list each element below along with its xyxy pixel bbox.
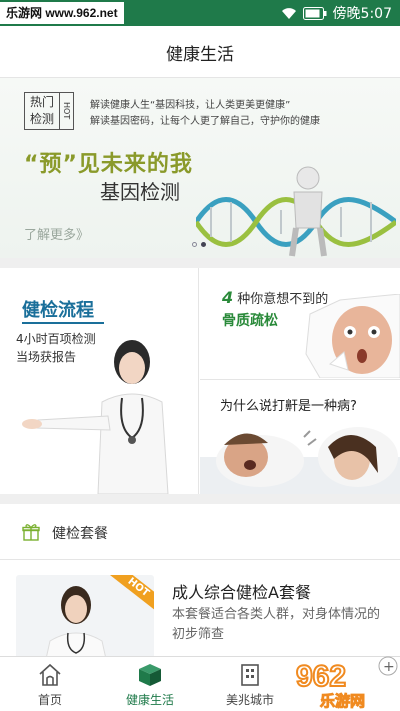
page-title: 健康生活 (166, 45, 234, 65)
doctor-illustration (22, 340, 169, 494)
section-divider (0, 258, 400, 268)
package-section-title: 健检套餐 (52, 526, 108, 542)
wifi-icon (281, 6, 297, 20)
nav-health-life[interactable]: 健康生活 (100, 657, 200, 711)
site-logo-watermark: 962 乐游网 + (295, 656, 398, 711)
osteoporosis-num: 4 (222, 288, 234, 307)
banner-subtitle: 基因检测 (100, 180, 180, 204)
banner-slogan: “预”见未来的我 (24, 152, 193, 177)
package-name: 成人综合健检A套餐 (172, 583, 311, 602)
snoring-card[interactable]: 为什么说打鼾是一种病? (200, 381, 400, 494)
stamp-hot: HOT (59, 93, 73, 129)
title-underline (22, 322, 104, 324)
package-description: 本套餐适合各类人群，对身体情况的初步筛查 (172, 607, 381, 642)
banner-line-1: 解读健康人生“基因科技，让人类更美更健康” (90, 100, 291, 111)
osteoporosis-card[interactable]: 4 种你意想不到的 骨质疏松 (200, 268, 400, 380)
status-icons: 傍晚5:07 (281, 0, 392, 26)
home-icon (39, 663, 61, 686)
nav-home-label: 首页 (37, 693, 62, 707)
checkup-process-card[interactable]: 健检流程 4小时百项检测 当场获报告 (0, 268, 199, 494)
learn-more-link[interactable]: 了解更多》 (24, 224, 89, 243)
dna-figure-illustration (196, 166, 396, 257)
gift-icon (22, 524, 40, 541)
package-image: HOT (16, 575, 154, 657)
snoring-couple-illustration (200, 427, 400, 494)
feature-grid: 健检流程 4小时百项检测 当场获报告 4 种你意想不到的 骨质疏松 为什么说打鼾… (0, 268, 400, 494)
section-divider (0, 494, 400, 504)
checkup-process-title: 健检流程 (22, 300, 94, 321)
cube-icon (139, 664, 161, 686)
package-card[interactable]: HOT 成人综合健检A套餐 本套餐适合各类人群，对身体情况的初步筛查 (0, 561, 400, 657)
carousel-dots[interactable] (192, 242, 206, 247)
svg-text:+: + (383, 659, 395, 675)
hot-test-stamp: 热门检测 HOT (24, 92, 74, 130)
carousel-dot[interactable] (192, 242, 197, 247)
battery-icon (302, 6, 327, 20)
logo-sub-text: 乐游网 (320, 692, 365, 710)
building-icon (241, 664, 259, 686)
site-watermark: 乐游网 www.962.net (0, 2, 124, 24)
stamp-text: 热门检测 (29, 95, 54, 126)
osteoporosis-subtitle: 骨质疏松 (222, 313, 278, 329)
snoring-title: 为什么说打鼾是一种病? (220, 399, 357, 414)
app-header: 健康生活 (0, 26, 400, 78)
status-time: 傍晚5:07 (332, 6, 392, 22)
nav-health-life-label: 健康生活 (125, 693, 174, 707)
logo-brand-text: 962 (296, 660, 346, 693)
surprised-face-illustration (305, 294, 400, 378)
status-bar: 乐游网 www.962.net 傍晚5:07 (0, 0, 400, 26)
package-section-header: 健检套餐 (0, 504, 400, 560)
carousel-dot-active[interactable] (201, 242, 206, 247)
banner-line-2: 解读基因密码，让每个人更了解自己，守护你的健康 (90, 116, 320, 127)
nav-home[interactable]: 首页 (0, 657, 100, 711)
gene-test-banner[interactable]: 热门检测 HOT 解读健康人生“基因科技，让人类更美更健康” 解读基因密码，让每… (0, 78, 400, 258)
